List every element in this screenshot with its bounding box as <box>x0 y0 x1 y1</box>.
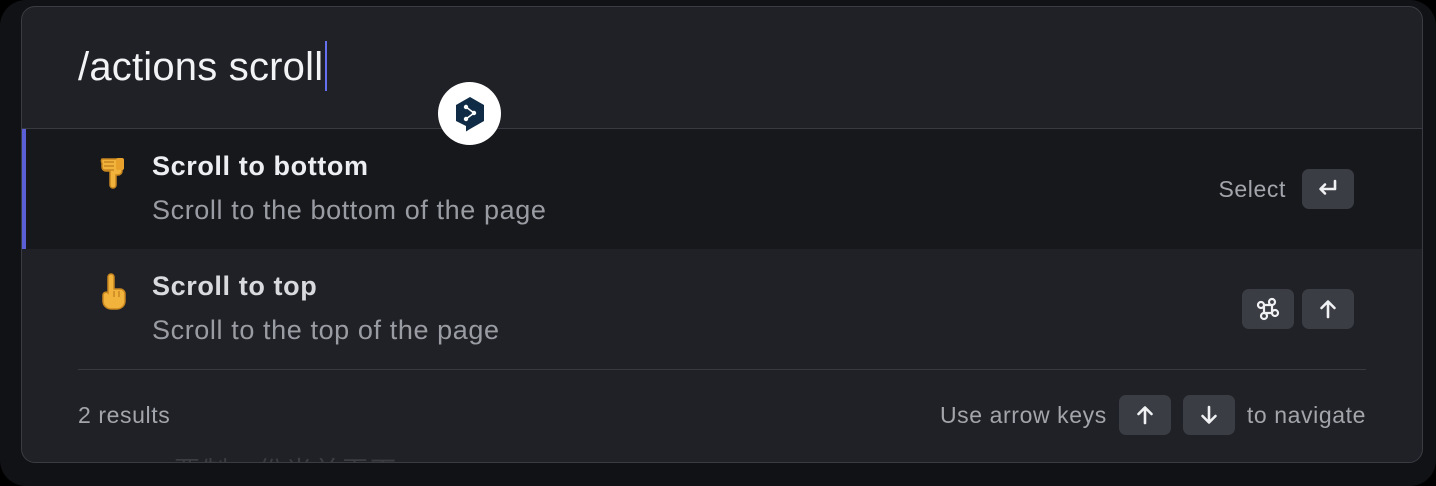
result-title: Scroll to top <box>152 271 318 301</box>
shortcut-hint <box>1242 289 1354 329</box>
arrow-down-key-icon <box>1182 395 1235 435</box>
result-subtitle: Scroll to the bottom of the page <box>152 195 547 225</box>
shortcut-hint: Select <box>1218 169 1354 209</box>
arrow-up-key-icon <box>1118 395 1171 435</box>
result-subtitle: Scroll to the top of the page <box>152 315 500 345</box>
select-label: Select <box>1218 175 1286 202</box>
pointing-up-hand-icon <box>96 273 132 313</box>
result-title: Scroll to bottom <box>152 151 369 181</box>
hint-prefix: Use arrow keys <box>939 401 1107 428</box>
background-text: 要制一份当前页面 <box>174 451 398 462</box>
deepl-extension-icon[interactable] <box>438 82 501 145</box>
command-palette: /actions scroll Scroll to bottom Scroll … <box>21 6 1423 463</box>
navigation-hint: Use arrow keys to navigate <box>940 395 1366 435</box>
app-window: /actions scroll Scroll to bottom Scroll … <box>0 0 1436 486</box>
pointing-down-hand-icon <box>96 153 132 193</box>
footer-divider <box>78 369 1366 370</box>
results-count: 2 results <box>78 402 171 428</box>
command-key-icon <box>1242 289 1294 329</box>
search-query[interactable]: /actions scroll <box>78 45 323 89</box>
return-key-icon <box>1302 169 1354 209</box>
result-item-scroll-to-top[interactable]: Scroll to top Scroll to the top of the p… <box>22 249 1422 369</box>
arrow-up-key-icon <box>1302 289 1354 329</box>
text-caret <box>325 41 328 92</box>
search-row[interactable]: /actions scroll <box>22 7 1422 129</box>
result-item-scroll-to-bottom[interactable]: Scroll to bottom Scroll to the bottom of… <box>22 129 1422 249</box>
hint-suffix: to navigate <box>1246 401 1366 428</box>
search-input[interactable]: /actions scroll <box>78 41 328 94</box>
